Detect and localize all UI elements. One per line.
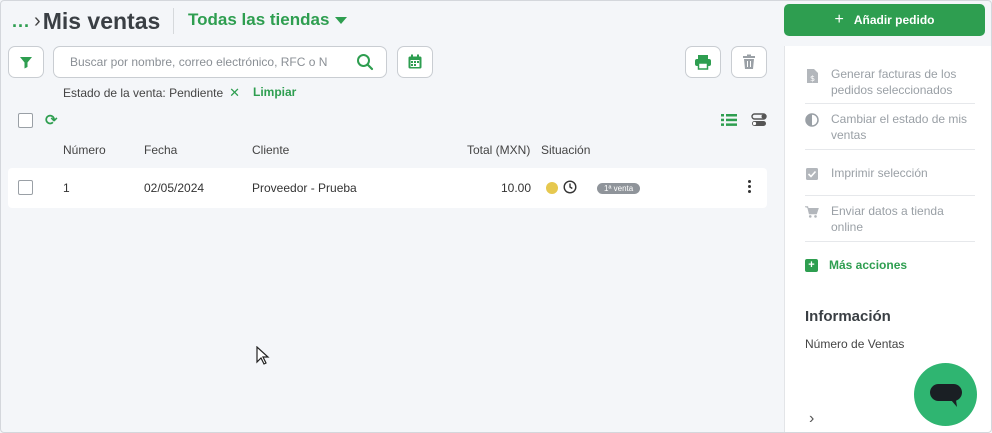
action-label: Generar facturas de los pedidos seleccio…: [831, 67, 957, 97]
row-menu-icon[interactable]: [748, 180, 751, 193]
action-label: Cambiar el estado de mis ventas: [831, 112, 968, 142]
filter-button[interactable]: [8, 46, 44, 78]
column-header-total[interactable]: Total (MXN): [467, 143, 530, 157]
store-select[interactable]: Todas las tiendas: [188, 10, 348, 30]
cart-icon: [805, 206, 819, 218]
remove-filter-icon[interactable]: ✕: [229, 85, 240, 101]
chevron-right-icon: ›: [34, 10, 41, 32]
action-label: Enviar datos a tienda online: [831, 204, 944, 234]
clear-filters-link[interactable]: Limpiar: [253, 85, 296, 99]
action-generate-invoices[interactable]: $ Generar facturas de los pedidos selecc…: [805, 66, 975, 98]
search-input[interactable]: [70, 55, 328, 69]
row-number: 1: [63, 181, 70, 195]
search-icon[interactable]: [356, 53, 374, 71]
column-header-date[interactable]: Fecha: [144, 143, 177, 157]
breadcrumb-parent-link[interactable]: ...: [12, 11, 30, 32]
chevron-right-icon[interactable]: ›: [809, 410, 814, 428]
action-label: Imprimir selección: [831, 166, 928, 180]
mouse-cursor-icon: [256, 346, 270, 365]
trash-icon: [743, 54, 755, 69]
print-button[interactable]: [685, 46, 721, 78]
delete-button[interactable]: [731, 46, 767, 78]
info-title: Información: [805, 308, 891, 325]
clock-icon: [563, 180, 577, 194]
refresh-icon[interactable]: ⟳: [45, 111, 58, 129]
more-actions-label: Más acciones: [829, 258, 908, 272]
table-row[interactable]: [8, 168, 767, 208]
search-box: [53, 46, 387, 78]
page-title: Mis ventas: [42, 8, 161, 34]
row-client: Proveedor - Prueba: [252, 181, 357, 195]
contrast-icon: [805, 113, 819, 127]
add-order-button[interactable]: + Añadir pedido: [784, 4, 985, 36]
filter-icon: [20, 57, 32, 69]
active-filter-label: Estado de la venta: Pendiente: [63, 86, 224, 100]
caret-down-icon: [335, 17, 348, 24]
plus-square-icon: +: [805, 258, 818, 272]
column-header-number[interactable]: Número: [63, 143, 106, 157]
invoice-icon: $: [807, 69, 818, 83]
add-order-label: Añadir pedido: [853, 13, 935, 27]
list-view-icon[interactable]: [721, 113, 737, 127]
action-print-selection[interactable]: Imprimir selección: [805, 165, 975, 181]
printer-icon: [695, 55, 711, 70]
status-badge: 1ª venta: [597, 183, 641, 194]
chat-icon: [929, 383, 962, 407]
action-send-online-store[interactable]: Enviar datos a tienda online: [805, 203, 975, 235]
breadcrumb: ... › Mis ventas: [12, 8, 160, 35]
select-all-checkbox[interactable]: [18, 113, 33, 128]
header-divider: [173, 8, 174, 34]
date-filter-button[interactable]: [397, 46, 433, 78]
checkbox-icon: [806, 168, 818, 180]
info-subtitle: Número de Ventas: [805, 337, 905, 351]
calendar-icon: [408, 54, 422, 69]
row-checkbox[interactable]: [18, 180, 33, 195]
more-actions-button[interactable]: + Más acciones: [805, 258, 907, 272]
chat-button[interactable]: [914, 363, 977, 426]
plus-icon: +: [834, 11, 844, 28]
row-date: 02/05/2024: [144, 181, 205, 195]
action-change-status[interactable]: Cambiar el estado de mis ventas: [805, 111, 975, 143]
toggle-columns-icon[interactable]: [751, 113, 767, 127]
column-header-client[interactable]: Cliente: [252, 143, 289, 157]
active-filter-chip: Estado de la venta: Pendiente ✕: [63, 85, 240, 101]
store-select-label: Todas las tiendas: [188, 10, 330, 29]
column-header-status[interactable]: Situación: [541, 143, 590, 157]
svg-text:$: $: [810, 74, 815, 83]
status-dot-icon: [546, 182, 558, 194]
row-total: 10.00: [501, 181, 532, 195]
